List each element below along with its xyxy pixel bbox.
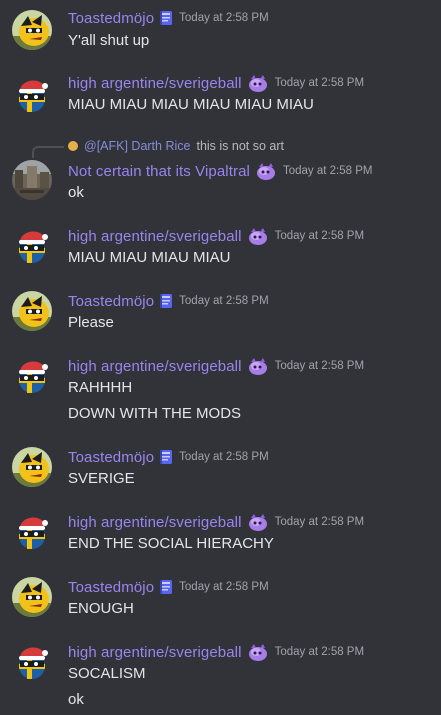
sverigeball-avatar[interactable]: [12, 75, 52, 115]
message-text: MIAU MIAU MIAU MIAU MIAU MIAU: [68, 96, 314, 113]
timestamp: Today at 2:58 PM: [179, 12, 269, 24]
reply-text: this is not so art: [196, 139, 285, 153]
sverigeball-avatar[interactable]: [12, 512, 52, 552]
username[interactable]: high argentine/sverigeball: [68, 644, 242, 661]
reply-avatar-icon: [68, 141, 78, 151]
purple-creature-icon[interactable]: [247, 73, 269, 93]
timestamp: Today at 2:58 PM: [274, 230, 365, 242]
book-icon[interactable]: [159, 579, 173, 595]
message-text: Y'all shut up: [68, 32, 150, 49]
message-text: ok: [68, 184, 84, 201]
message-text: ok: [68, 691, 84, 708]
reply-context[interactable]: @[AFK] Darth Rice this is not so art: [68, 137, 284, 155]
timestamp: Today at 2:58 PM: [282, 165, 373, 177]
timestamp: Today at 2:58 PM: [274, 646, 365, 658]
message-text: RAHHHH: [68, 379, 133, 396]
chat-message-list: Toastedmöjo Today at 2:58 PM Y'all shut …: [0, 0, 441, 715]
username[interactable]: Toastedmöjo: [68, 579, 154, 596]
sverigeball-avatar[interactable]: [12, 356, 52, 396]
message-text: Please: [68, 314, 114, 331]
username[interactable]: Not certain that its Vipaltral: [68, 163, 250, 180]
username[interactable]: high argentine/sverigeball: [68, 358, 242, 375]
yellow-ball-avatar[interactable]: [12, 577, 52, 617]
username[interactable]: high argentine/sverigeball: [68, 514, 242, 531]
sverigeball-avatar[interactable]: [12, 226, 52, 266]
purple-creature-icon[interactable]: [247, 226, 269, 246]
yellow-ball-avatar[interactable]: [12, 447, 52, 487]
username[interactable]: Toastedmöjo: [68, 10, 154, 27]
timestamp: Today at 2:58 PM: [274, 77, 365, 89]
book-icon[interactable]: [159, 293, 173, 309]
reply-author[interactable]: @[AFK] Darth Rice: [84, 139, 190, 153]
timestamp: Today at 2:58 PM: [274, 516, 365, 528]
message-text: MIAU MIAU MIAU MIAU: [68, 249, 231, 266]
purple-creature-icon[interactable]: [247, 512, 269, 532]
purple-creature-icon[interactable]: [255, 161, 277, 181]
yellow-ball-avatar[interactable]: [12, 10, 52, 50]
username[interactable]: Toastedmöjo: [68, 449, 154, 466]
book-icon[interactable]: [159, 449, 173, 465]
timestamp: Today at 2:58 PM: [274, 360, 365, 372]
username[interactable]: Toastedmöjo: [68, 293, 154, 310]
username[interactable]: high argentine/sverigeball: [68, 228, 242, 245]
yellow-ball-avatar[interactable]: [12, 291, 52, 331]
message-text: ENOUGH: [68, 600, 134, 617]
purple-creature-icon[interactable]: [247, 642, 269, 662]
message-text: SOCALISM: [68, 665, 146, 682]
message-text: SVERIGE: [68, 470, 135, 487]
timestamp: Today at 2:58 PM: [179, 451, 269, 463]
username[interactable]: high argentine/sverigeball: [68, 75, 242, 92]
purple-creature-icon[interactable]: [247, 356, 269, 376]
timestamp: Today at 2:58 PM: [179, 581, 269, 593]
book-icon[interactable]: [159, 10, 173, 26]
sverigeball-avatar[interactable]: [12, 642, 52, 682]
timestamp: Today at 2:58 PM: [179, 295, 269, 307]
message-text: DOWN WITH THE MODS: [68, 405, 242, 422]
message-text: END THE SOCIAL HIERACHY: [68, 535, 274, 552]
photo-avatar[interactable]: [12, 160, 52, 200]
reply-spine: [32, 146, 64, 158]
